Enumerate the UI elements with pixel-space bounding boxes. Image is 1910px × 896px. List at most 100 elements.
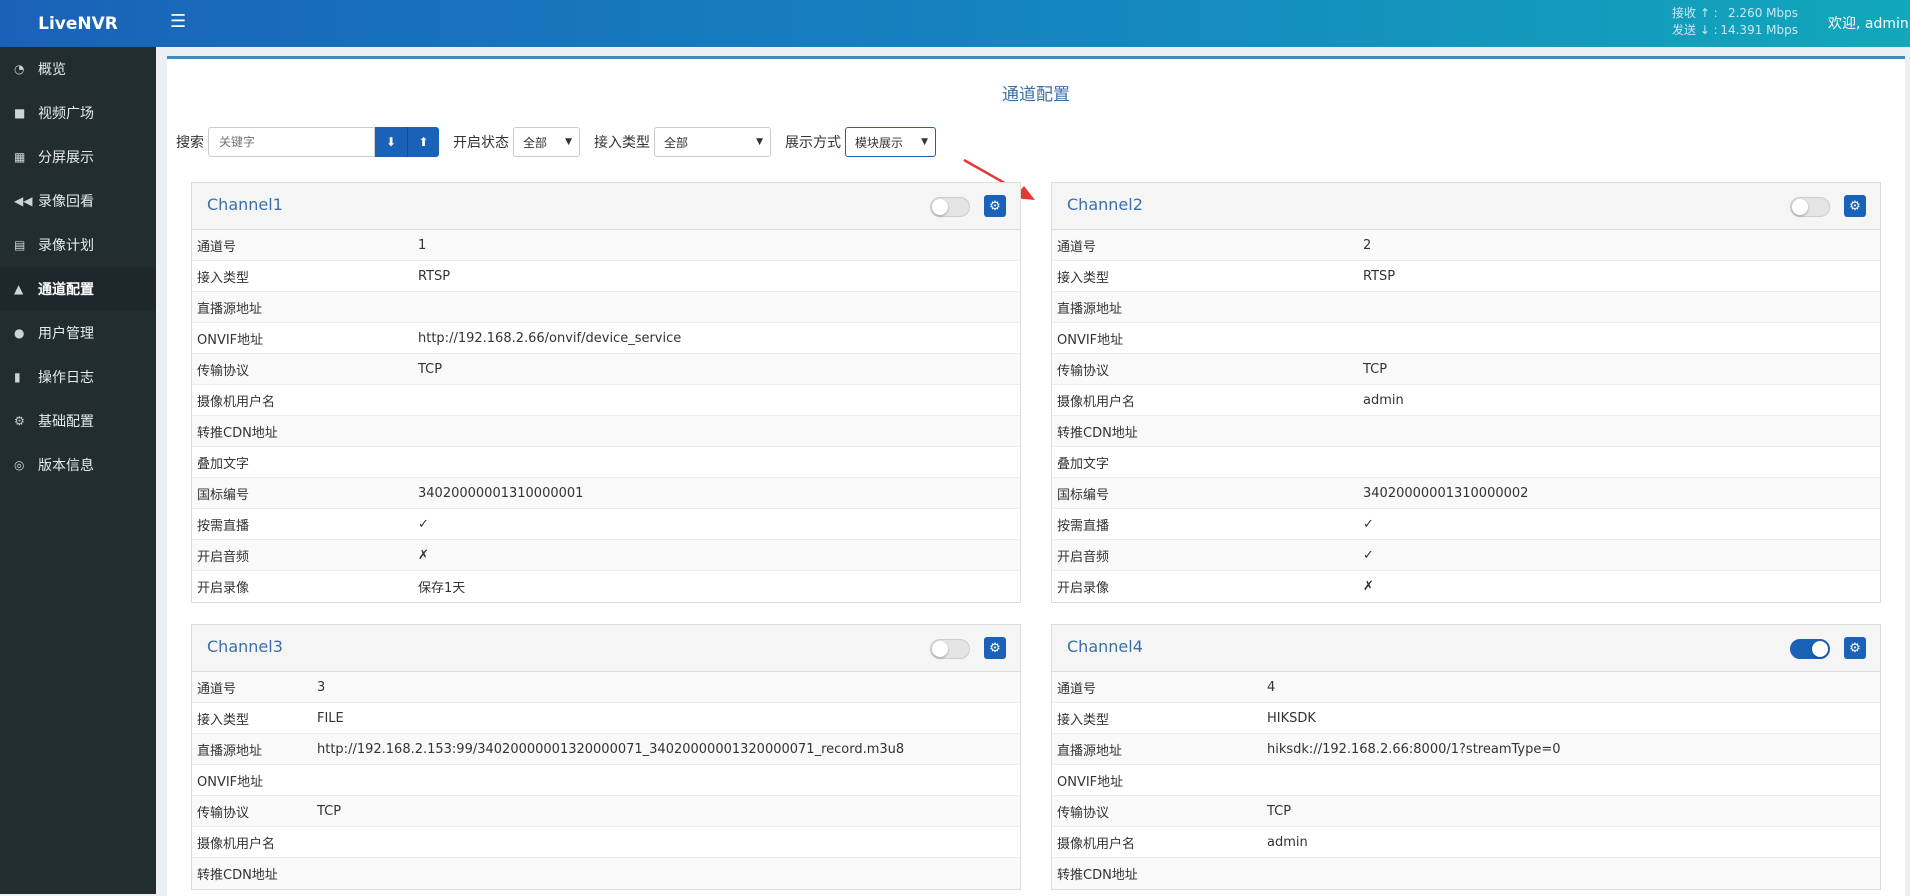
row-value: RTSP [418,268,451,284]
import-button[interactable]: ⬇ [375,127,407,157]
toggle-knob [1812,641,1828,657]
sidebar-item-version[interactable]: ◎ 版本信息 [0,443,156,487]
channel-title[interactable]: Channel3 [207,637,283,656]
row-value: FILE [317,710,344,726]
table-row: 直播源地址 hiksdk://192.168.2.66:8000/1?stream… [1052,734,1880,765]
row-key: 传输协议 [197,805,250,821]
table-row: 按需直播 ✓ [1052,509,1880,540]
sidebar-item-logs[interactable]: ▮ 操作日志 [0,355,156,399]
sidebar-item-label: 概览 [38,62,66,78]
table-row: 开启音频 ✓ [1052,540,1880,571]
search-input[interactable] [208,127,375,157]
row-value: admin [1267,834,1308,850]
table-row: 叠加文字 [1052,447,1880,478]
channel-title[interactable]: Channel2 [1067,195,1143,214]
download-icon: ⬇ [385,135,397,149]
display-mode-select[interactable]: 模块展示 ▼ [845,127,936,157]
row-value: admin [1363,392,1404,408]
sidebar-item-label: 录像回看 [38,194,94,210]
row-key: 直播源地址 [197,301,263,317]
row-key: 传输协议 [1057,805,1110,821]
channel-title[interactable]: Channel4 [1067,637,1143,656]
channel-card: Channel3 ⚙ 通道号 3 接入类型 FILE 直播源地址 http://192.1… [191,624,1021,890]
row-key: 通道号 [1057,239,1097,255]
status-filter-select[interactable]: 全部 ▼ [513,127,580,157]
row-value: http://192.168.2.153:99/3402000000132000… [317,741,905,757]
display-mode-label: 展示方式 [785,135,841,151]
sidebar-item-label: 视频广场 [38,106,94,122]
table-row: 通道号 3 [192,672,1020,703]
table-row: 转推CDN地址 [1052,416,1880,447]
row-key: ONVIF地址 [1057,332,1124,348]
sidebar-item-users[interactable]: ● 用户管理 [0,311,156,355]
table-row: 直播源地址 [192,292,1020,323]
main-content: 通道配置 搜索 ⬇ ⬆ 开启状态 全部 ▼ 接入类型 全部 ▼ 展示方式 模块展示 ▼… [156,47,1910,896]
row-value: 保存1天 [418,581,466,596]
table-row: 摄像机用户名 [192,385,1020,416]
table-row: 通道号 4 [1052,672,1880,703]
sidebar-item-channel-config[interactable]: ▲ 通道配置 [0,267,156,311]
table-row: 转推CDN地址 [192,416,1020,447]
channel-card: Channel2 ⚙ 通道号 2 接入类型 RTSP 直播源地址 ONVIF地址 传输协议 T… [1051,182,1881,603]
table-row: 传输协议 TCP [1052,354,1880,385]
sidebar-item-basic-config[interactable]: ⚙ 基础配置 [0,399,156,443]
toggle-knob [932,199,948,215]
upload-icon: ⬆ [418,135,429,149]
sidebar-item-playback[interactable]: ◀◀ 录像回看 [0,179,156,223]
type-filter-label: 接入类型 [594,135,650,151]
toggle-knob [932,641,948,657]
row-key: ONVIF地址 [197,774,264,790]
sidebar-item-record-plan[interactable]: ▤ 录像计划 [0,223,156,267]
row-key: 叠加文字 [197,456,250,472]
channel-enable-toggle[interactable] [1790,639,1830,659]
top-navbar: LiveNVR ☰ 接收 ↑ : 2.260 Mbps 发送 ↓ :14.391 … [0,0,1910,47]
sidebar-item-split-screen[interactable]: ▦ 分屏展示 [0,135,156,179]
sidebar-item-video-square[interactable]: ■ 视频广场 [0,91,156,135]
channel-enable-toggle[interactable] [1790,197,1830,217]
menu-icon[interactable]: ☰ [170,11,186,32]
table-row: ONVIF地址 http://192.168.2.66/onvif/device_… [192,323,1020,354]
table-row: 摄像机用户名 [192,827,1020,858]
channel-settings-button[interactable]: ⚙ [984,637,1006,659]
channel-card-header: Channel3 ⚙ [192,625,1020,672]
channel-settings-button[interactable]: ⚙ [984,195,1006,217]
row-key: 国标编号 [197,487,250,503]
table-row: 摄像机用户名 admin [1052,385,1880,416]
file-icon: ▮ [14,370,21,384]
channel-card-header: Channel4 ⚙ [1052,625,1880,672]
row-key: 开启音频 [1057,549,1110,565]
channel-enable-toggle[interactable] [930,639,970,659]
channel-settings-button[interactable]: ⚙ [1844,637,1866,659]
row-key: 直播源地址 [197,743,263,759]
table-row: 开启录像 ✗ [1052,571,1880,602]
send-label: 发送 ↓ : [1672,23,1718,37]
type-filter-select[interactable]: 全部 ▼ [654,127,771,157]
export-button[interactable]: ⬆ [407,127,439,157]
channel-info-table: 通道号 4 接入类型 HIKSDK 直播源地址 hiksdk://192.168.2.66… [1052,672,1880,889]
channel-enable-toggle[interactable] [930,197,970,217]
row-key: 接入类型 [197,712,250,728]
table-row: 直播源地址 http://192.168.2.153:99/34020000001… [192,734,1020,765]
filter-toolbar: 搜索 ⬇ ⬆ 开启状态 全部 ▼ 接入类型 全部 ▼ 展示方式 模块展示 ▼ [176,127,950,157]
row-key: 接入类型 [1057,270,1110,286]
search-label: 搜索 [176,135,204,151]
user-menu[interactable]: 欢迎, admin [1828,13,1909,33]
row-key: 开启录像 [197,581,250,596]
row-key: 直播源地址 [1057,743,1123,759]
page-title: 通道配置 [1002,85,1070,105]
row-value: TCP [317,803,342,819]
table-row: 按需直播 ✓ [192,509,1020,540]
channel-title[interactable]: Channel1 [207,195,283,214]
channel-card-header: Channel1 ⚙ [192,183,1020,230]
channel-settings-button[interactable]: ⚙ [1844,195,1866,217]
channel-card: Channel1 ⚙ 通道号 1 接入类型 RTSP 直播源地址 ONVIF地址 http:… [191,182,1021,603]
gear-icon: ⚙ [1849,640,1861,656]
row-key: 转推CDN地址 [1057,868,1138,883]
table-row: ONVIF地址 [1052,323,1880,354]
table-row: 摄像机用户名 admin [1052,827,1880,858]
row-key: 接入类型 [1057,712,1110,728]
calendar-icon: ▤ [14,238,26,252]
send-value: 14.391 Mbps [1720,23,1798,37]
app-logo[interactable]: LiveNVR [0,0,156,47]
sidebar-item-overview[interactable]: ◔ 概览 [0,47,156,91]
